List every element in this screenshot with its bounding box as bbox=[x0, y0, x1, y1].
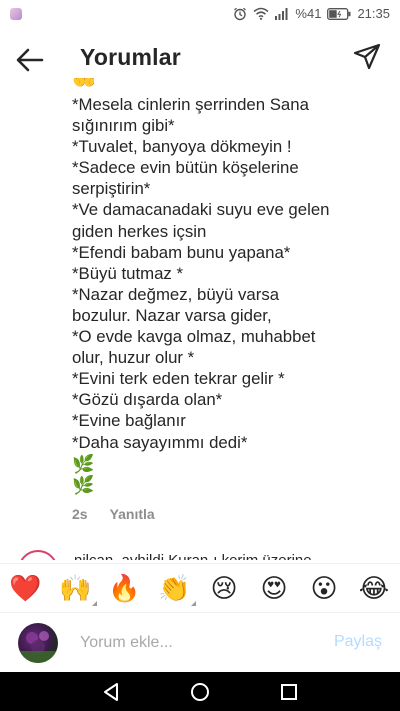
notification-app-icon bbox=[10, 8, 22, 20]
comment-line: *Tuvalet, banyoya dökmeyin ! bbox=[72, 137, 292, 157]
raising-hands-emoji-glyph: 🙌 bbox=[59, 573, 92, 603]
comment-line: *Gözü dışarda olan* bbox=[72, 390, 223, 410]
alarm-icon bbox=[233, 7, 247, 21]
comment-line: sığınırım gibi* bbox=[72, 116, 175, 136]
heart-eyes-emoji[interactable]: 😍 bbox=[258, 572, 290, 604]
wifi-icon bbox=[253, 7, 269, 20]
arrow-left-icon bbox=[16, 48, 44, 72]
comment-input[interactable] bbox=[80, 631, 310, 655]
comment-line: *Efendi babam bunu yapana* bbox=[72, 242, 291, 262]
direct-send-icon bbox=[353, 43, 381, 70]
status-time: 21:35 bbox=[357, 6, 390, 21]
comment-line: *Evini terk eden tekrar gelir * bbox=[72, 369, 285, 389]
comment-line: *O evde kavga olmaz, muhabbet bbox=[72, 327, 316, 347]
heart-emoji-glyph: ❤️ bbox=[9, 573, 42, 603]
comment-thread: 🤲 *Mesela cinlerin şerrinden Sana sığınır… bbox=[0, 74, 400, 560]
comment-line: serpiştirin* bbox=[72, 179, 151, 199]
back-button[interactable] bbox=[14, 44, 46, 76]
surprised-face-emoji-glyph: 😮 bbox=[310, 573, 338, 603]
comment-line: *Ve damacanadaki suyu eve gelen bbox=[72, 200, 330, 220]
fire-emoji-glyph: 🔥 bbox=[108, 573, 141, 603]
clapping-hands-emoji-glyph: 👏 bbox=[158, 573, 191, 603]
home-circle-icon bbox=[191, 683, 209, 701]
avatar bbox=[18, 623, 58, 663]
emoji-reaction-bar: ❤️ 🙌 🔥 👏 😢 😍 😮 😂 bbox=[0, 563, 400, 610]
comment-line: olur, huzur olur * bbox=[72, 348, 195, 368]
battery-icon bbox=[327, 7, 351, 20]
comment-meta: 2s Yanıtla bbox=[72, 506, 155, 522]
next-comment-text: nilcan_ayhildi Kuran-ı kerim üzerine bbox=[74, 552, 312, 560]
herb-emoji: 🌿 bbox=[72, 453, 95, 474]
fire-emoji[interactable]: 🔥 bbox=[108, 572, 140, 604]
comment-line: *Büyü tutmaz * bbox=[72, 263, 183, 283]
nav-home-button[interactable] bbox=[189, 681, 211, 703]
crying-face-emoji[interactable]: 😢 bbox=[208, 572, 240, 604]
raising-hands-emoji[interactable]: 🙌 bbox=[59, 572, 97, 606]
status-bar: %41 21:35 bbox=[0, 0, 400, 28]
back-triangle-icon bbox=[104, 683, 118, 701]
comment-line: giden herkes içsin bbox=[72, 221, 207, 241]
navigation-bar bbox=[0, 672, 400, 711]
avatar[interactable] bbox=[18, 550, 58, 560]
next-comment[interactable]: nilcan_ayhildi Kuran-ı kerim üzerine bbox=[18, 550, 398, 560]
direct-send-button[interactable] bbox=[352, 42, 382, 72]
comment-top-emoji: 🤲 bbox=[72, 78, 94, 92]
comment-line: *Daha sayayımmı dedi* bbox=[72, 432, 248, 452]
nav-back-button[interactable] bbox=[100, 681, 122, 703]
clapping-hands-emoji[interactable]: 👏 bbox=[158, 572, 196, 606]
battery-percent: %41 bbox=[295, 6, 322, 21]
palms-up-emoji: 🤲 bbox=[72, 78, 94, 90]
comment-line: *Nazar değmez, büyü varsa bbox=[72, 284, 280, 304]
post-button[interactable]: Paylaş bbox=[334, 633, 382, 651]
comment-line: bozulur. Nazar varsa gider, bbox=[72, 305, 272, 325]
surprised-face-emoji[interactable]: 😮 bbox=[308, 572, 340, 604]
nav-recents-button[interactable] bbox=[278, 681, 300, 703]
heart-eyes-emoji-glyph: 😍 bbox=[260, 573, 288, 603]
herb-emoji: 🌿 bbox=[72, 474, 95, 495]
page-title: Yorumlar bbox=[80, 44, 181, 70]
tears-of-joy-emoji-glyph: 😂 bbox=[358, 573, 390, 603]
status-icons: %41 21:35 bbox=[233, 6, 390, 21]
tears-of-joy-emoji[interactable]: 😂 bbox=[358, 572, 390, 604]
recents-square-icon bbox=[281, 684, 297, 700]
comment-line: *Sadece evin bütün köşelerine bbox=[72, 158, 299, 178]
variants-indicator-icon bbox=[191, 601, 196, 606]
reply-button[interactable]: Yanıtla bbox=[110, 506, 155, 522]
heart-emoji[interactable]: ❤️ bbox=[9, 572, 41, 604]
comment-time: 2s bbox=[72, 506, 88, 522]
comment-line: *Mesela cinlerin şerrinden Sana bbox=[72, 95, 309, 114]
crying-face-emoji-glyph: 😢 bbox=[210, 573, 238, 603]
comment-text: *Mesela cinlerin şerrinden Sana sığınırım… bbox=[72, 94, 372, 495]
comment-composer: Paylaş bbox=[0, 612, 400, 673]
variants-indicator-icon bbox=[92, 601, 97, 606]
signal-icon bbox=[275, 7, 289, 20]
comment-line: *Evine bağlanır bbox=[72, 411, 186, 431]
